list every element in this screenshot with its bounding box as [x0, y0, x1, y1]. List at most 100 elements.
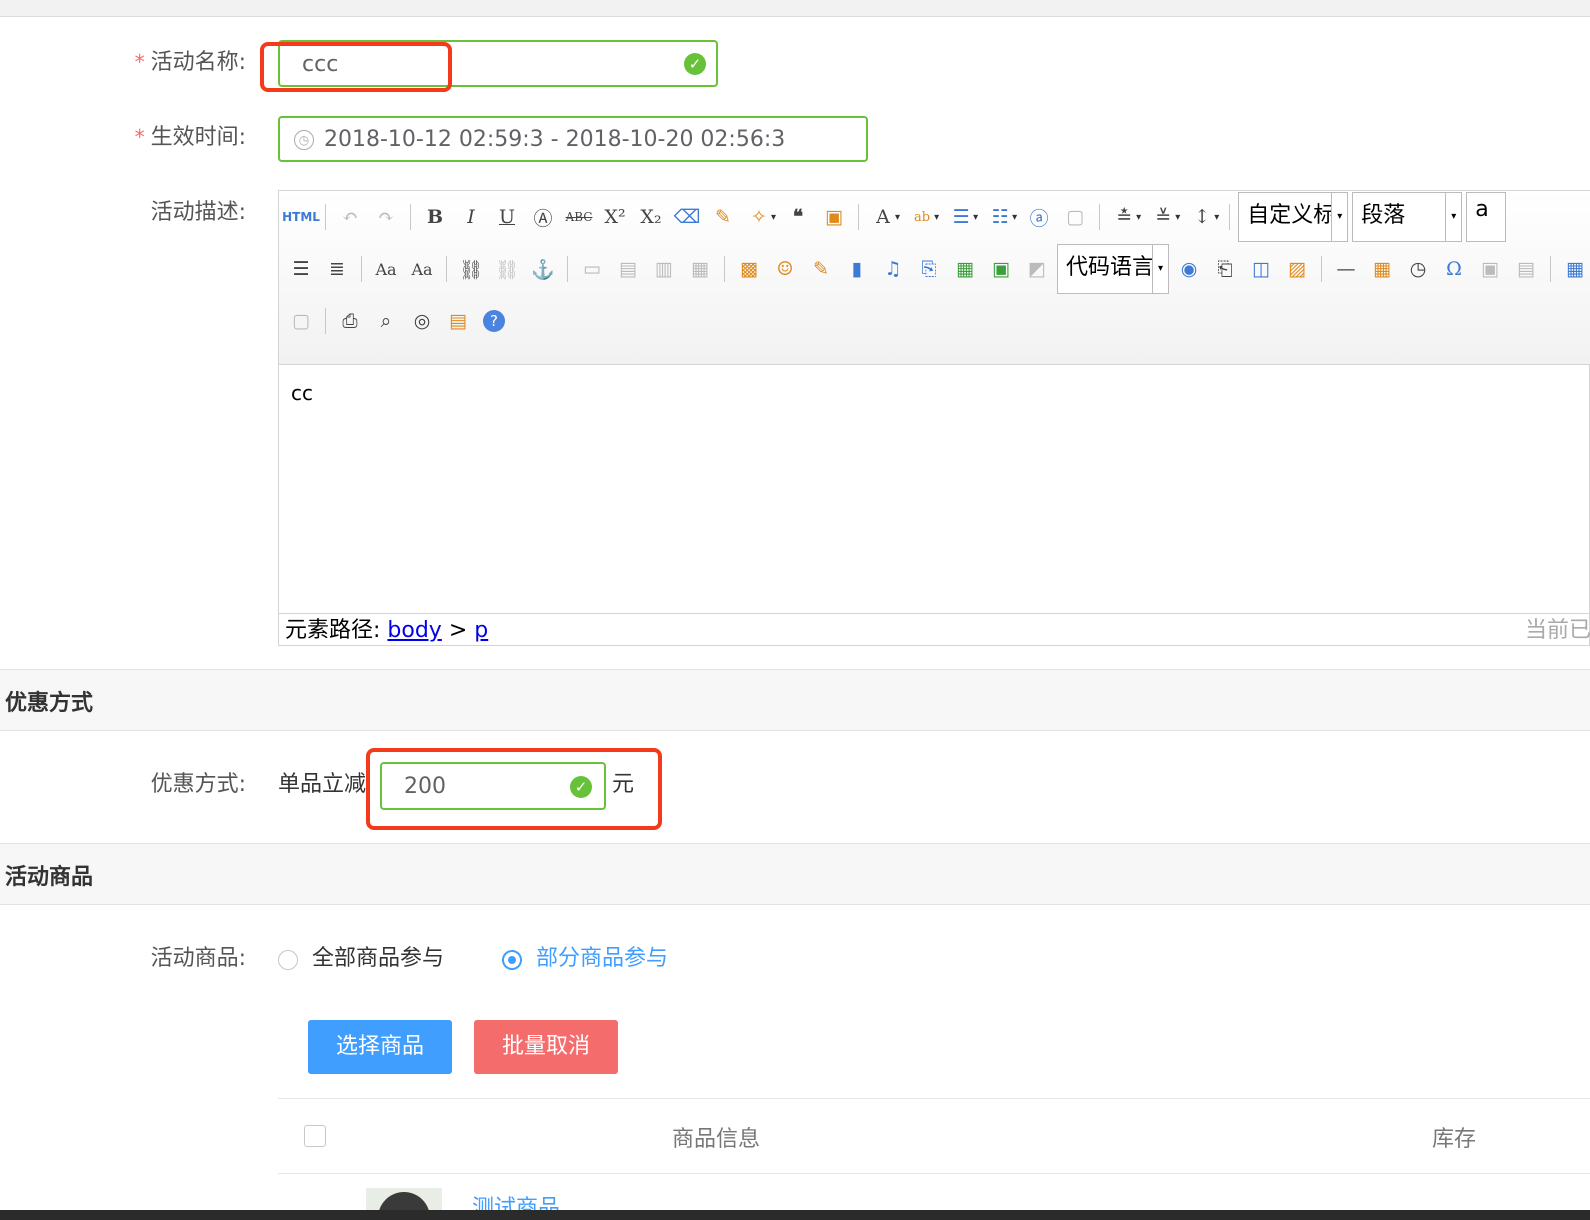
map-icon[interactable]: ▦ — [948, 252, 982, 286]
annotation-highlight-discount — [366, 748, 662, 830]
web-app-icon[interactable]: ◉ — [1172, 252, 1206, 286]
html-source-icon[interactable]: HTML — [282, 200, 320, 234]
dropdown-caret[interactable]: ▾ — [1012, 212, 1017, 223]
image-right-icon[interactable]: ▥ — [647, 252, 681, 286]
help-icon[interactable]: ? — [477, 304, 511, 338]
search-replace-icon[interactable]: ◎ — [405, 304, 439, 338]
auto-typeset-icon[interactable]: ▤ — [441, 304, 475, 338]
rtl-icon[interactable]: Aa — [369, 252, 403, 286]
chevron-down-icon: ▾ — [1331, 193, 1348, 241]
time-icon[interactable]: ◷ — [1401, 252, 1435, 286]
underline-icon[interactable]: U — [490, 200, 524, 234]
superscript-icon[interactable]: X² — [598, 200, 632, 234]
image-center-icon[interactable]: ▦ — [683, 252, 717, 286]
custom-title-select[interactable]: 自定义标 ▾ — [1238, 192, 1349, 242]
italic-icon[interactable]: I — [454, 200, 488, 234]
link-icon[interactable]: ⛓ — [454, 252, 488, 286]
select-goods-button[interactable]: 选择商品 — [308, 1020, 452, 1074]
radio-all-goods-label[interactable]: 全部商品参与 — [312, 944, 444, 974]
align-justify-icon[interactable]: ≣ — [320, 252, 354, 286]
editor-content[interactable]: cc — [291, 381, 313, 405]
dropdown-caret[interactable]: ▾ — [1136, 212, 1141, 223]
clock-icon: ◷ — [294, 130, 314, 150]
custom-title-value: 自定义标 — [1247, 203, 1336, 228]
music-icon[interactable]: ♫ — [876, 252, 910, 286]
description-label: 活动描述: — [150, 200, 246, 225]
image-none-icon[interactable]: ▭ — [575, 252, 609, 286]
horizontal-rule-icon[interactable]: — — [1329, 252, 1363, 286]
toolbar-separator — [1550, 256, 1551, 282]
dropdown-caret[interactable]: ▾ — [973, 212, 978, 223]
dropdown-caret[interactable]: ▾ — [1175, 212, 1180, 223]
gmap-icon[interactable]: ▣ — [984, 252, 1018, 286]
insert-image-icon[interactable]: ▩ — [732, 252, 766, 286]
print-icon[interactable]: ⎙ — [333, 304, 367, 338]
toolbar-row-3: ▢ ⎙ ⌕ ◎ ▤ ? — [283, 295, 512, 347]
dropdown-caret[interactable]: ▾ — [771, 212, 776, 223]
radio-all-goods[interactable] — [278, 950, 298, 970]
format-brush-icon[interactable]: ✎ — [706, 200, 740, 234]
toolbar-separator — [325, 204, 326, 230]
page: * 活动名称: ccc ✓ * 生效时间: ◷ 2018-10-12 02:59:3… — [0, 0, 1590, 1220]
select-all-checkbox[interactable] — [304, 1125, 326, 1147]
toolbar-separator — [446, 256, 447, 282]
dropdown-caret[interactable]: ▾ — [1214, 212, 1219, 223]
insert-frame-icon[interactable]: ◩ — [1020, 252, 1054, 286]
toolbar-separator — [724, 256, 725, 282]
path-p-link[interactable]: p — [474, 618, 488, 643]
subscript-icon[interactable]: X₂ — [634, 200, 668, 234]
preview-icon[interactable]: ⌕ — [369, 304, 403, 338]
unlink-icon[interactable]: ⛓ — [490, 252, 524, 286]
strikethrough-icon[interactable]: ABC — [562, 200, 596, 234]
clear-doc-icon[interactable]: ▢ — [1058, 200, 1092, 234]
insert-video-icon[interactable]: ▮ — [840, 252, 874, 286]
required-mark: * — [134, 125, 145, 149]
anchor-icon[interactable]: ⚓ — [526, 252, 560, 286]
effective-time-range-input[interactable]: ◷ 2018-10-12 02:59:3 - 2018-10-20 02:56:… — [278, 116, 868, 162]
paste-plain-icon[interactable]: ▣ — [817, 200, 851, 234]
snapscreen-icon[interactable]: ▣ — [1473, 252, 1507, 286]
insert-table-icon[interactable]: ▦ — [1558, 252, 1590, 286]
font-family-select[interactable]: a — [1466, 192, 1507, 242]
eraser-icon[interactable]: ⌫ — [670, 200, 704, 234]
ltr-icon[interactable]: Aa — [405, 252, 439, 286]
editor-toolbar: HTML ↶ ↷ B I U Ⓐ ABC X² X₂ ⌫ ✎ ✧ ▾ ❝ ▣ A ▾… — [279, 191, 1590, 365]
radio-partial-goods[interactable] — [502, 950, 522, 970]
align-right-icon[interactable]: ☰ — [284, 252, 318, 286]
radio-partial-goods-label[interactable]: 部分商品参与 — [536, 944, 668, 974]
template-icon[interactable]: ◫ — [1244, 252, 1278, 286]
chevron-down-icon: ▾ — [1152, 245, 1168, 293]
check-circle-icon: ✓ — [684, 53, 706, 75]
undo-icon[interactable]: ↶ — [333, 200, 367, 234]
bold-icon[interactable]: B — [418, 200, 452, 234]
discount-prefix: 单品立减 — [278, 772, 367, 797]
special-chars-icon[interactable]: Ω — [1437, 252, 1471, 286]
toolbar-separator — [1099, 204, 1101, 230]
word-image-icon[interactable]: ▤ — [1509, 252, 1543, 286]
image-left-icon[interactable]: ▤ — [611, 252, 645, 286]
date-icon[interactable]: ▦ — [1365, 252, 1399, 286]
effective-time-value: 2018-10-12 02:59:3 - 2018-10-20 02:56:3 — [324, 127, 786, 152]
goods-section-header: 活动商品 — [0, 843, 1590, 905]
select-all-icon[interactable]: ⓐ — [1022, 200, 1056, 234]
redo-icon[interactable]: ↷ — [369, 200, 403, 234]
page-break-icon[interactable]: ⎗ — [1208, 252, 1242, 286]
dropdown-caret[interactable]: ▾ — [934, 212, 939, 223]
activity-name-label-text: 活动名称: — [150, 50, 246, 75]
font-border-icon[interactable]: Ⓐ — [526, 200, 560, 234]
path-body-link[interactable]: body — [387, 618, 441, 643]
background-icon[interactable]: ▨ — [1280, 252, 1314, 286]
paragraph-select[interactable]: 段落 ▾ — [1352, 192, 1463, 242]
attachment-icon[interactable]: ⎘ — [912, 252, 946, 286]
annotation-highlight-name — [260, 42, 452, 92]
code-language-select[interactable]: 代码语言 ▾ — [1057, 244, 1169, 294]
dropdown-caret[interactable]: ▾ — [895, 212, 900, 223]
rich-text-editor[interactable]: HTML ↶ ↷ B I U Ⓐ ABC X² X₂ ⌫ ✎ ✧ ▾ ❝ ▣ A ▾… — [278, 190, 1590, 646]
drafts-icon[interactable]: ▢ — [284, 304, 318, 338]
scrawl-icon[interactable]: ✎ — [804, 252, 838, 286]
batch-cancel-button[interactable]: 批量取消 — [474, 1020, 618, 1074]
discount-section-title: 优惠方式 — [5, 691, 94, 716]
toolbar-row-2: ☰ ≣ Aa Aa ⛓ ⛓ ⚓ ▭ ▤ ▥ ▦ ▩ ☺ ✎ ▮ ♫ ⎘ ▦ ▣ … — [283, 243, 1590, 295]
blockquote-icon[interactable]: ❝ — [781, 200, 815, 234]
emotion-icon[interactable]: ☺ — [768, 252, 802, 286]
